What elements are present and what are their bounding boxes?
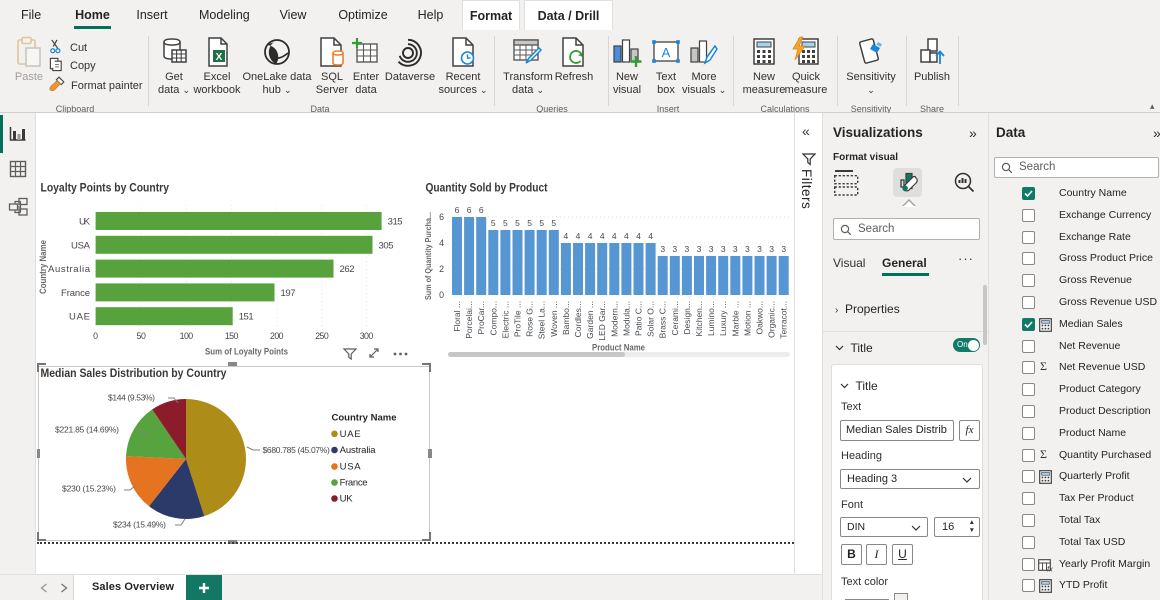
svg-text:3: 3: [685, 244, 690, 254]
svg-text:Electric ...: Electric ...: [500, 301, 510, 338]
svg-text:3: 3: [721, 244, 726, 254]
svg-text:5: 5: [503, 218, 508, 228]
svg-text:3: 3: [757, 244, 762, 254]
svg-text:Kitchen...: Kitchen...: [694, 301, 704, 336]
svg-text:Brass C...: Brass C...: [658, 301, 668, 338]
svg-text:3: 3: [781, 244, 786, 254]
svg-text:UK: UK: [79, 217, 91, 228]
svg-text:Country Name: Country Name: [38, 240, 48, 294]
svg-text:Luxury ...: Luxury ...: [718, 301, 728, 336]
svg-text:50: 50: [136, 331, 146, 341]
svg-text:3: 3: [733, 244, 738, 254]
svg-text:4: 4: [576, 231, 581, 241]
svg-text:Solar O...: Solar O...: [646, 301, 656, 337]
svg-text:Oakwo...: Oakwo...: [755, 301, 765, 335]
svg-text:5: 5: [527, 218, 532, 228]
svg-text:A: A: [662, 45, 671, 60]
svg-text:6: 6: [455, 205, 460, 215]
svg-text:Sum of Loyalty Points: Sum of Loyalty Points: [205, 347, 288, 357]
svg-text:fx: fx: [1047, 565, 1053, 573]
svg-text:5: 5: [491, 218, 496, 228]
svg-text:4: 4: [624, 231, 629, 241]
svg-text:Product Name: Product Name: [592, 343, 645, 353]
svg-text:Lumino...: Lumino...: [706, 301, 716, 336]
svg-text:150: 150: [225, 331, 239, 341]
svg-text:Floral ...: Floral ...: [452, 301, 462, 332]
svg-text:Sum of Quantity Purcha...: Sum of Quantity Purcha...: [423, 212, 433, 300]
svg-text:Bambo...: Bambo...: [561, 301, 571, 335]
svg-text:4: 4: [636, 231, 641, 241]
svg-text:2: 2: [439, 264, 444, 274]
svg-text:4: 4: [439, 238, 444, 248]
svg-text:Modula...: Modula...: [621, 301, 631, 336]
svg-text:4: 4: [564, 231, 569, 241]
svg-text:Motion ...: Motion ...: [742, 301, 752, 336]
svg-text:5: 5: [539, 218, 544, 228]
svg-text:3: 3: [745, 244, 750, 254]
svg-text:Rose G...: Rose G...: [525, 301, 535, 337]
svg-text:0: 0: [439, 290, 444, 300]
svg-text:100: 100: [180, 331, 194, 341]
svg-text:Loyalty Points by Country: Loyalty Points by Country: [41, 183, 170, 195]
svg-text:250: 250: [315, 331, 329, 341]
svg-text:3: 3: [660, 244, 665, 254]
svg-text:France: France: [61, 288, 90, 299]
svg-text:305: 305: [379, 240, 394, 251]
svg-text:Organic...: Organic...: [767, 301, 777, 338]
svg-text:315: 315: [388, 217, 403, 228]
svg-text:Porcelai...: Porcelai...: [464, 301, 474, 339]
svg-text:4: 4: [612, 231, 617, 241]
svg-text:Quantity Sold by Product: Quantity Sold by Product: [426, 183, 548, 195]
svg-text:197: 197: [281, 288, 296, 299]
svg-text:4: 4: [648, 231, 653, 241]
svg-text:ProCar...: ProCar...: [476, 301, 486, 335]
svg-text:6: 6: [439, 212, 444, 222]
svg-text:300: 300: [360, 331, 374, 341]
svg-text:X: X: [216, 52, 223, 63]
svg-text:Terracot...: Terracot...: [779, 301, 789, 339]
svg-text:LED Gar...: LED Gar...: [597, 301, 607, 341]
svg-text:4: 4: [588, 231, 593, 241]
svg-text:151: 151: [239, 312, 254, 323]
svg-text:Compo...: Compo...: [488, 301, 498, 336]
svg-text:5: 5: [515, 218, 520, 228]
svg-text:6: 6: [467, 205, 472, 215]
svg-text:Marble ...: Marble ...: [730, 301, 740, 336]
svg-text:4: 4: [600, 231, 605, 241]
svg-text:Woven ...: Woven ...: [549, 301, 559, 337]
svg-text:UAE: UAE: [69, 312, 90, 323]
svg-text:Australia: Australia: [48, 264, 91, 275]
svg-text:Cordles...: Cordles...: [573, 301, 583, 337]
svg-text:262: 262: [340, 264, 355, 275]
svg-text:Cerami...: Cerami...: [670, 301, 680, 335]
svg-text:3: 3: [769, 244, 774, 254]
svg-text:200: 200: [270, 331, 284, 341]
svg-text:Design...: Design...: [682, 301, 692, 335]
svg-text:ProTile ...: ProTile ...: [513, 301, 523, 337]
svg-text:Modern...: Modern...: [609, 301, 619, 337]
svg-text:USA: USA: [71, 240, 91, 251]
svg-text:Steel La...: Steel La...: [537, 301, 547, 339]
svg-text:3: 3: [672, 244, 677, 254]
svg-text:3: 3: [709, 244, 714, 254]
svg-text:0: 0: [93, 331, 98, 341]
svg-text:3: 3: [697, 244, 702, 254]
svg-text:Garden ...: Garden ...: [585, 301, 595, 339]
svg-text:5: 5: [551, 218, 556, 228]
svg-text:6: 6: [479, 205, 484, 215]
svg-text:Patio C...: Patio C...: [634, 301, 644, 336]
